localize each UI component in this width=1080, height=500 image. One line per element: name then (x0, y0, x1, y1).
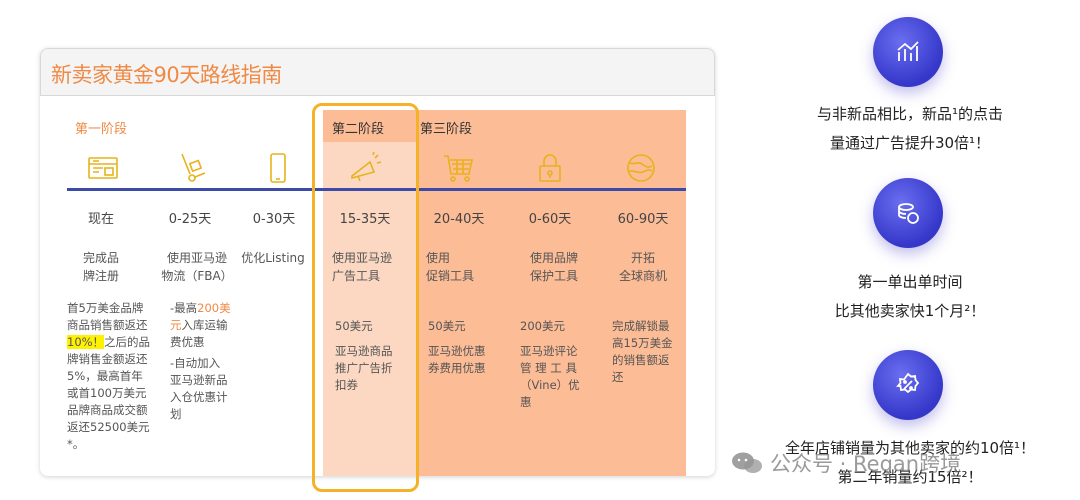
action-label: 使用 促销工具 (426, 251, 475, 283)
time-label: 现在 (87, 212, 114, 227)
watermark-text: 公众号 · Regan跨境 (770, 452, 962, 476)
stage-2-highlight-frame (312, 103, 419, 492)
wechat-icon (732, 452, 762, 473)
card-title: 新卖家黄金90天路线指南 (51, 63, 282, 87)
stage-3-label: 第三阶段 (420, 122, 473, 137)
growth-chart-icon (873, 17, 943, 87)
card-header: 新卖家黄金90天路线指南 (40, 48, 715, 96)
watermark: 公众号 · Regan跨境 (730, 448, 961, 478)
benefit-text-brand: 首5万美金品牌 商品销售额返还 10%！之后的品 牌销售金额返还 5%，最高首年… (67, 301, 151, 451)
time-label: 0-25天 (168, 212, 212, 227)
lock-icon (530, 148, 570, 188)
coins-icon (873, 178, 943, 248)
action-label: 优化Listing (241, 251, 305, 265)
time-label: 20-40天 (433, 212, 485, 227)
stage-1-label: 第一阶段 (75, 122, 128, 137)
time-label: 60-90天 (617, 212, 669, 227)
storefront-icon (83, 148, 123, 188)
globe-icon (621, 148, 661, 188)
action-label: 使用亚马逊 物流（FBA） (161, 251, 233, 283)
benefit-text-global: 完成解锁最 高15万美金 的销售额返 还 (612, 319, 673, 384)
action-label: 使用品牌 保护工具 (529, 251, 578, 283)
highlighted-rate: 10%！ (67, 335, 105, 349)
stat-first-order: 第一单出单时间 比其他卖家快1个月²！ (834, 273, 986, 320)
stat-clicks: 与非新品相比，新品¹的点击 量通过广告提升30倍¹！ (816, 105, 1003, 152)
time-label: 0-60天 (528, 212, 572, 227)
benefit-text-promo: 50美元 亚马逊优惠 券费用优惠 (428, 319, 486, 375)
benefit-text-vine: 200美元 亚马逊评论 管 理 工 具 （Vine）优 惠 (520, 319, 580, 409)
phone-icon (258, 148, 298, 188)
discount-icon (873, 350, 943, 420)
action-label: 完成品 牌注册 (82, 251, 119, 283)
hand-truck-icon (172, 148, 212, 188)
time-label: 0-30天 (252, 212, 296, 227)
action-label: 开拓 全球商机 (618, 251, 667, 283)
benefit-text-fba: -最高200美 元入库运输 费优惠 -自动加入 亚马逊新品 入仓优惠计 划 (170, 301, 231, 421)
shopping-cart-icon (438, 148, 478, 188)
